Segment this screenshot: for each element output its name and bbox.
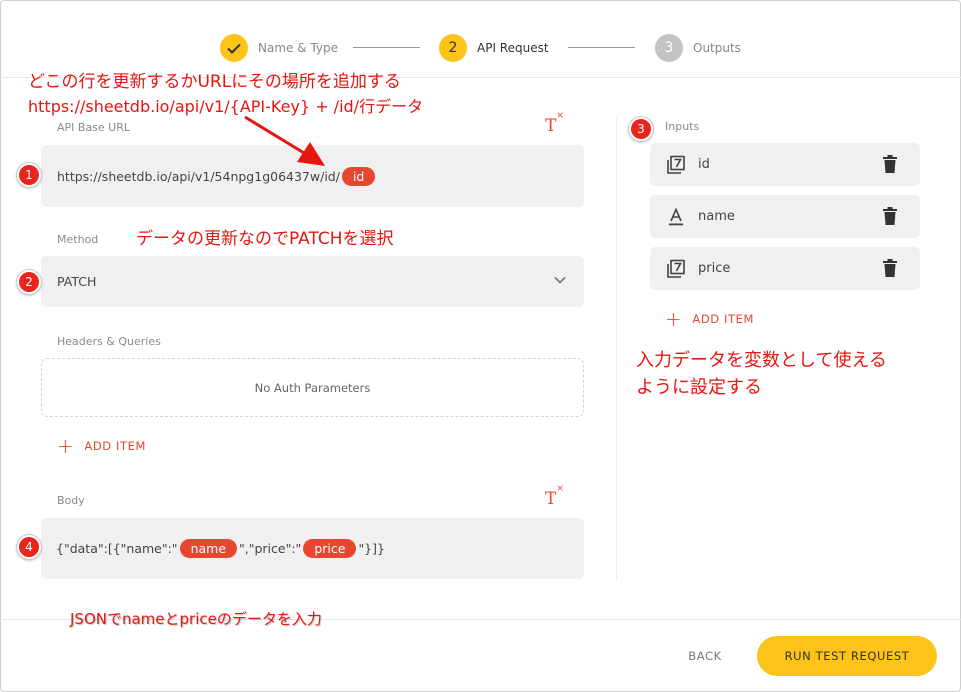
step-marker: 2 xyxy=(17,270,41,294)
step-marker: 4 xyxy=(17,535,41,559)
step-marker: 1 xyxy=(17,163,41,187)
step-marker: 3 xyxy=(629,117,653,141)
annotation-arrow xyxy=(244,115,325,166)
